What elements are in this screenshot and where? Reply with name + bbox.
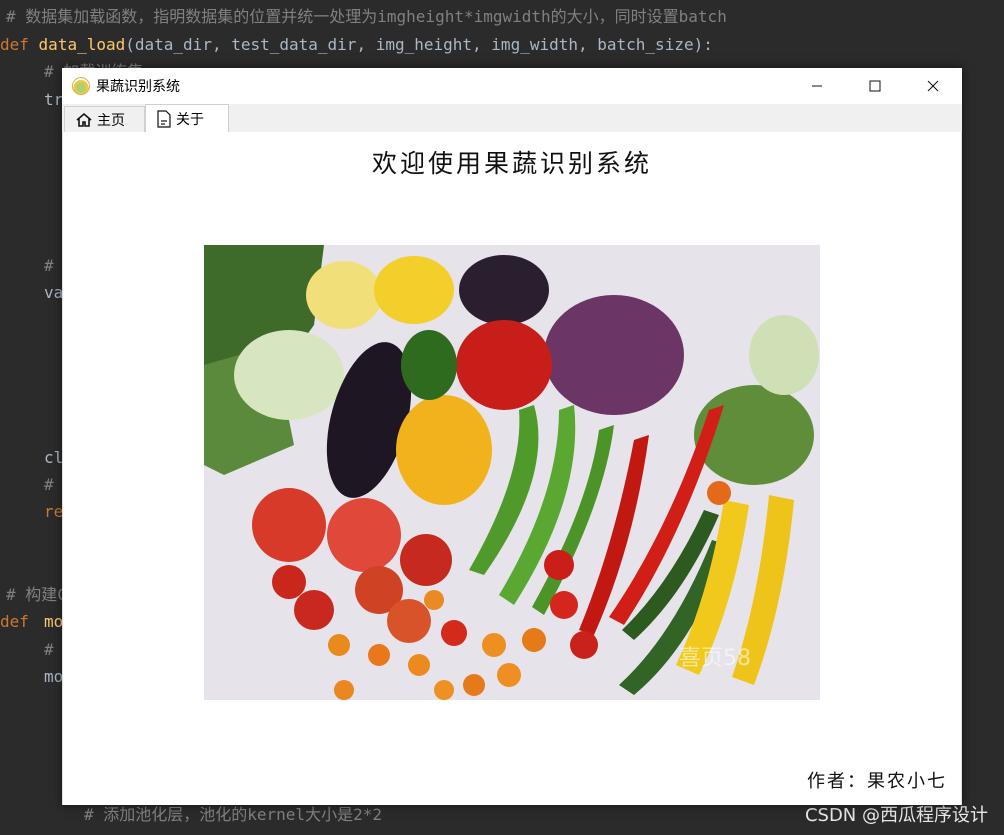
code-fragment: def bbox=[0, 612, 29, 631]
close-icon bbox=[927, 80, 939, 92]
code-fragment: mo bbox=[44, 667, 64, 686]
document-icon bbox=[156, 110, 172, 128]
close-button[interactable] bbox=[904, 68, 962, 104]
minimize-button[interactable] bbox=[788, 68, 846, 104]
tab-home-label: 主页 bbox=[97, 112, 125, 129]
code-fragment: # bbox=[44, 256, 54, 275]
code-fragment: va bbox=[44, 283, 64, 302]
tab-about[interactable]: 关于 bbox=[145, 104, 229, 133]
maximize-icon bbox=[869, 80, 881, 92]
app-fruit-icon bbox=[72, 77, 90, 95]
main-content: 欢迎使用果蔬识别系统 喜页58 作者：果农小七 bbox=[62, 132, 962, 805]
vegetables-photo: 喜页58 bbox=[204, 245, 820, 700]
code-fragment: mo bbox=[44, 612, 64, 631]
tab-about-label: 关于 bbox=[176, 112, 204, 128]
code-fragment: # bbox=[44, 475, 54, 494]
app-window: 果蔬识别系统 主页 关于 欢迎使用果蔬识别系统 喜页58 作者：果农小七 bbox=[62, 68, 962, 805]
photo-watermark-text: 喜页58 bbox=[679, 646, 751, 671]
title-bar[interactable]: 果蔬识别系统 bbox=[62, 68, 962, 104]
code-fragment: cl bbox=[44, 448, 64, 467]
window-controls bbox=[788, 68, 962, 104]
author-label: 作者：果农小七 bbox=[807, 771, 947, 792]
code-line-comment-3: # 构建C bbox=[6, 585, 67, 604]
minimize-icon bbox=[812, 85, 822, 87]
code-fragment: re bbox=[44, 502, 64, 521]
code-line-comment: # 数据集加载函数，指明数据集的位置并统一处理为imgheight*imgwid… bbox=[6, 7, 727, 26]
code-keyword: def bbox=[0, 35, 29, 54]
tab-bar: 主页 关于 bbox=[62, 104, 962, 133]
code-function-name: data_load bbox=[38, 35, 126, 54]
welcome-heading: 欢迎使用果蔬识别系统 bbox=[371, 149, 652, 178]
window-title: 果蔬识别系统 bbox=[96, 79, 180, 95]
code-line-comment-4: # 添加池化层，池化的kernel大小是2*2 bbox=[84, 805, 382, 824]
code-args: (data_dir, test_data_dir, img_height, im… bbox=[125, 35, 713, 54]
code-fragment: # bbox=[44, 640, 54, 659]
tab-home[interactable]: 主页 bbox=[64, 106, 145, 132]
home-icon bbox=[75, 112, 93, 128]
code-line-def: def data_load(data_dir, test_data_dir, i… bbox=[0, 35, 713, 55]
code-fragment: tr bbox=[44, 90, 64, 109]
maximize-button[interactable] bbox=[846, 68, 904, 104]
